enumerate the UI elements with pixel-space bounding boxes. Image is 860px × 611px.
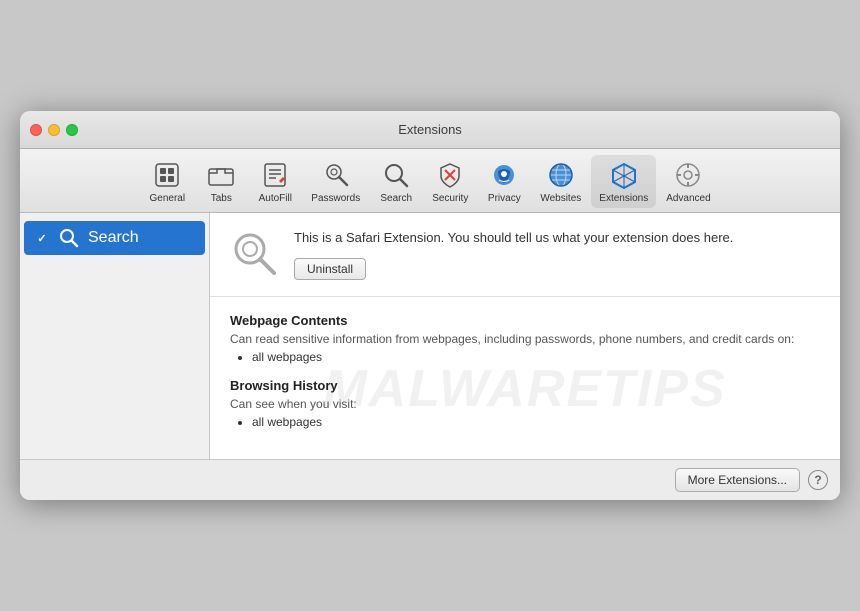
content-inner: This is a Safari Extension. You should t… xyxy=(210,213,840,458)
extension-checkbox[interactable] xyxy=(34,230,50,246)
webpage-contents-title: Webpage Contents xyxy=(230,313,820,328)
browsing-history-list: all webpages xyxy=(230,415,820,429)
toolbar-item-general[interactable]: General xyxy=(141,155,193,208)
privacy-label: Privacy xyxy=(488,193,521,204)
websites-label: Websites xyxy=(540,193,581,204)
toolbar-item-tabs[interactable]: Tabs xyxy=(195,155,247,208)
sidebar-item-label: Search xyxy=(88,229,139,247)
toolbar-item-passwords[interactable]: Passwords xyxy=(303,155,368,208)
advanced-label: Advanced xyxy=(666,193,710,204)
extensions-icon xyxy=(608,159,640,191)
toolbar-item-security[interactable]: Security xyxy=(424,155,476,208)
tabs-label: Tabs xyxy=(211,193,232,204)
passwords-icon xyxy=(320,159,352,191)
autofill-icon xyxy=(259,159,291,191)
webpage-contents-desc: Can read sensitive information from webp… xyxy=(230,332,820,346)
browsing-history-section: Browsing History Can see when you visit:… xyxy=(230,378,820,429)
toolbar-item-autofill[interactable]: AutoFill xyxy=(249,155,301,208)
extensions-sidebar: Search xyxy=(20,213,210,458)
extension-big-icon xyxy=(230,229,278,277)
search-label: Search xyxy=(380,193,412,204)
autofill-label: AutoFill xyxy=(259,193,292,204)
toolbar-item-advanced[interactable]: Advanced xyxy=(658,155,718,208)
extension-info: This is a Safari Extension. You should t… xyxy=(294,229,820,279)
safari-extensions-window: Extensions General T xyxy=(20,111,840,499)
titlebar: Extensions xyxy=(20,111,840,149)
webpage-contents-section: Webpage Contents Can read sensitive info… xyxy=(230,313,820,364)
help-button[interactable]: ? xyxy=(808,470,828,490)
list-item: all webpages xyxy=(252,350,820,364)
toolbar: General Tabs AutoFill xyxy=(20,149,840,213)
webpage-contents-list: all webpages xyxy=(230,350,820,364)
security-label: Security xyxy=(432,193,468,204)
extension-description: This is a Safari Extension. You should t… xyxy=(294,229,820,247)
extension-header: This is a Safari Extension. You should t… xyxy=(210,213,840,296)
security-icon xyxy=(434,159,466,191)
toolbar-item-websites[interactable]: Websites xyxy=(532,155,589,208)
main-area: Search MALWARETIPS This is a xyxy=(20,213,840,458)
permissions-section: Webpage Contents Can read sensitive info… xyxy=(210,297,840,459)
browsing-history-desc: Can see when you visit: xyxy=(230,397,820,411)
extension-detail: MALWARETIPS This is a Safari Extension. … xyxy=(210,213,840,458)
list-item: all webpages xyxy=(252,415,820,429)
browsing-history-title: Browsing History xyxy=(230,378,820,393)
general-icon xyxy=(151,159,183,191)
window-title: Extensions xyxy=(398,122,462,137)
more-extensions-button[interactable]: More Extensions... xyxy=(675,468,800,492)
close-button[interactable] xyxy=(30,124,42,136)
footer: More Extensions... ? xyxy=(20,459,840,500)
advanced-icon xyxy=(672,159,704,191)
window-controls xyxy=(30,124,78,136)
privacy-icon xyxy=(488,159,520,191)
minimize-button[interactable] xyxy=(48,124,60,136)
tabs-icon xyxy=(205,159,237,191)
passwords-label: Passwords xyxy=(311,193,360,204)
general-label: General xyxy=(150,193,186,204)
extension-search-icon xyxy=(58,227,80,249)
toolbar-item-privacy[interactable]: Privacy xyxy=(478,155,530,208)
websites-icon xyxy=(545,159,577,191)
uninstall-button[interactable]: Uninstall xyxy=(294,258,366,280)
maximize-button[interactable] xyxy=(66,124,78,136)
toolbar-item-search[interactable]: Search xyxy=(370,155,422,208)
extensions-label: Extensions xyxy=(599,193,648,204)
toolbar-item-extensions[interactable]: Extensions xyxy=(591,155,656,208)
search-icon xyxy=(380,159,412,191)
sidebar-item-search-ext[interactable]: Search xyxy=(24,221,205,255)
